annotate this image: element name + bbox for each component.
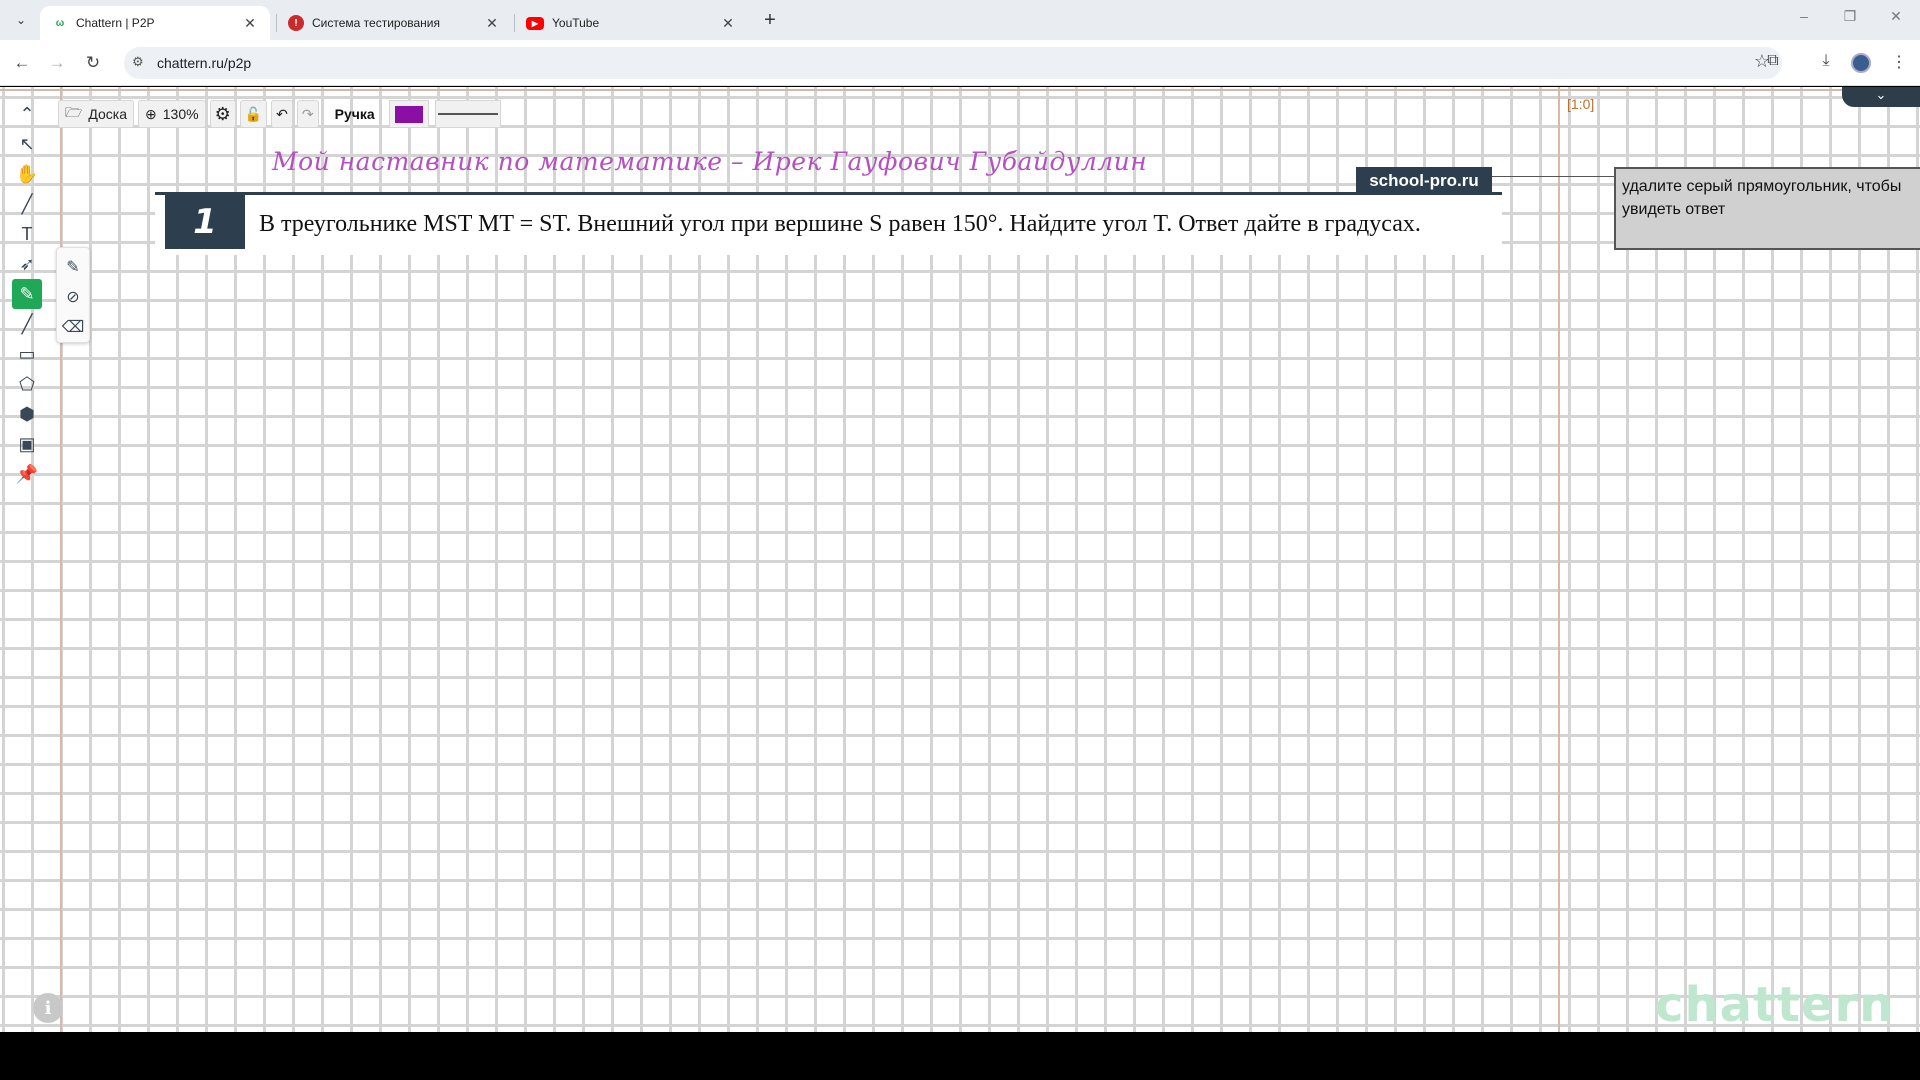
pen-icon[interactable]: ✎ <box>58 252 88 282</box>
zoom-button[interactable]: ⊕ 130% <box>138 100 206 128</box>
polygon-tool-icon[interactable]: ⬠ <box>12 369 42 399</box>
site-settings-icon[interactable]: ⚙ <box>132 54 144 70</box>
tab-title: Система тестирования <box>312 16 440 30</box>
reload-icon[interactable]: ↻ <box>82 52 104 74</box>
zoom-value: 130% <box>162 106 199 122</box>
board-menu-label: Доска <box>88 106 128 122</box>
task-card: 1 В треугольнике MST MT = ST. Внешний уг… <box>155 195 1502 255</box>
3d-cube-icon[interactable]: ⬢ <box>12 399 42 429</box>
address-bar: ← → ↻ ⚙ chattern.ru/p2p ☆ ⧉ ⤓ ⋮ <box>0 40 1920 86</box>
unlock-icon[interactable]: 🔓 <box>239 100 268 128</box>
pen-tool-icon[interactable]: ✎ <box>12 279 42 309</box>
handwritten-note: Мой наставник по математике – Ирек Гауфо… <box>272 147 1148 176</box>
pen-color-fill <box>394 105 423 123</box>
menu-kebab-icon[interactable]: ⋮ <box>1888 52 1910 72</box>
collapse-panel-chevron-icon[interactable]: ⌄ <box>1842 87 1920 107</box>
hand-pan-icon[interactable]: ✋ <box>12 159 42 189</box>
omnibox[interactable]: ⚙ chattern.ru/p2p ☆ <box>124 47 1782 79</box>
board-toolbar: 🗁 Доска ⊕ 130% ⚙ 🔓 ↶ ↷ Ручка <box>58 99 501 129</box>
pen-options-palette: ✎ ⊘ ⌫ <box>56 247 90 343</box>
board-margin-left <box>60 87 62 1032</box>
current-tool-label: Ручка <box>334 106 375 122</box>
line-width-selector[interactable] <box>434 100 501 128</box>
tab-bar: ⌄ ω Chattern | P2P ✕ ! Система тестирова… <box>0 0 1920 40</box>
board-menu-button[interactable]: 🗁 Доска <box>58 100 135 128</box>
restore-icon[interactable]: ❐ <box>1838 8 1862 25</box>
extensions-icon[interactable]: ⧉ <box>1762 52 1784 70</box>
page-coordinate: [1:0] <box>1567 96 1595 112</box>
minimize-icon[interactable]: – <box>1792 8 1816 24</box>
folder-icon: 🗁 <box>65 104 83 120</box>
redo-icon[interactable]: ↷ <box>296 100 319 128</box>
tab-title: YouTube <box>552 16 600 30</box>
tab-chattern[interactable]: ω Chattern | P2P ✕ <box>40 6 270 40</box>
line-tool-icon[interactable]: ╱ <box>12 309 42 339</box>
collapse-up-icon[interactable]: ⌃ <box>12 99 42 129</box>
back-icon[interactable]: ← <box>11 52 33 74</box>
board-margin-top <box>0 89 1920 91</box>
undo-icon[interactable]: ↶ <box>271 100 293 128</box>
tab-title: Chattern | P2P <box>76 16 155 30</box>
close-window-icon[interactable]: ✕ <box>1884 8 1908 25</box>
close-tab-icon[interactable]: ✕ <box>242 15 258 32</box>
red-info-icon: ! <box>288 15 304 31</box>
rectangle-tool-icon[interactable]: ▭ <box>12 339 42 369</box>
image-tool-icon[interactable]: ▣ <box>12 429 42 459</box>
text-tool-icon[interactable]: T <box>12 219 42 249</box>
tab-testing-system[interactable]: ! Система тестирования ✕ <box>276 6 512 40</box>
brush-icon[interactable]: ╱ <box>12 189 42 219</box>
task-number: 1 <box>165 195 245 249</box>
screen-bottom-bar <box>0 1032 1920 1080</box>
whiteboard-canvas[interactable]: [1:0] ⌄ ⌃ ↖ ✋ ╱ T ➶ ✎ ╱ ▭ ⬠ ⬢ ▣ 📌 ✎ ⊘ ⌫ … <box>0 87 1920 1032</box>
chattern-icon: ω <box>55 17 65 29</box>
tool-palette: ⌃ ↖ ✋ ╱ T ➶ ✎ ╱ ▭ ⬠ ⬢ ▣ 📌 <box>12 99 42 489</box>
answer-cover-box[interactable]: удалите серый прямоугольник, чтобы увиде… <box>1614 167 1920 250</box>
pin-icon[interactable]: 📌 <box>12 459 42 489</box>
profile-avatar[interactable] <box>1851 53 1871 73</box>
forward-icon[interactable]: → <box>46 52 68 74</box>
hint-connector-line <box>1492 176 1616 177</box>
info-icon[interactable]: i <box>33 993 63 1023</box>
tab-search-chevron-icon[interactable]: ⌄ <box>10 9 32 31</box>
youtube-icon: ▶ <box>526 16 544 30</box>
pen-color-swatch[interactable] <box>388 100 429 128</box>
new-tab-button[interactable]: + <box>758 8 782 32</box>
task-text: В треугольнике MST MT = ST. Внешний угол… <box>259 211 1421 237</box>
eraser-icon[interactable]: ⌫ <box>58 312 88 342</box>
chattern-logo: chattern <box>1655 977 1895 1032</box>
tab-youtube[interactable]: ▶ YouTube ✕ <box>514 6 748 40</box>
pointer-laser-icon[interactable]: ➶ <box>12 249 42 279</box>
line-width-preview <box>437 113 498 115</box>
url-text[interactable]: chattern.ru/p2p <box>157 55 251 71</box>
board-margin-right <box>1558 87 1560 1032</box>
brand-tag: school-pro.ru <box>1356 167 1492 195</box>
settings-gear-icon[interactable]: ⚙ <box>209 100 236 128</box>
smart-pen-icon[interactable]: ⊘ <box>58 282 88 312</box>
close-tab-icon[interactable]: ✕ <box>484 15 500 32</box>
select-arrow-icon[interactable]: ↖ <box>12 129 42 159</box>
zoom-icon: ⊕ <box>145 105 157 122</box>
close-tab-icon[interactable]: ✕ <box>720 15 736 32</box>
download-icon[interactable]: ⤓ <box>1815 52 1837 70</box>
